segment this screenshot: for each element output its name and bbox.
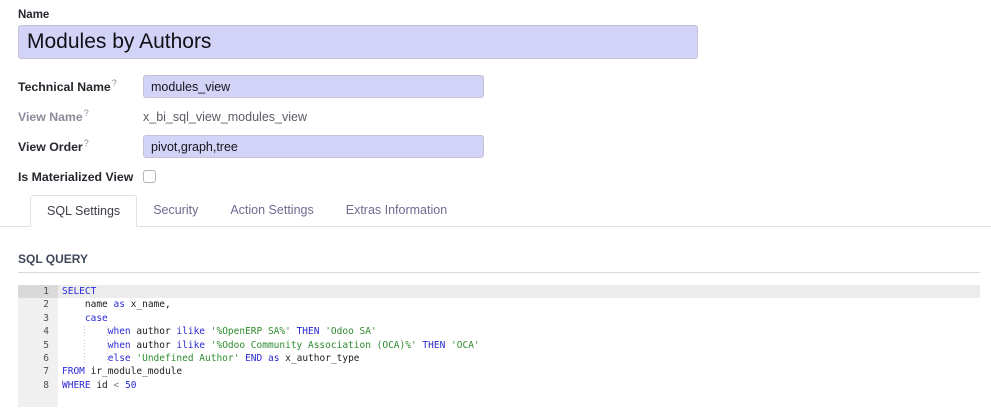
help-marker: ?	[84, 108, 89, 118]
code-line: when author ilike '%Odoo Community Assoc…	[58, 339, 980, 352]
code-line: FROM ir_module_module	[58, 365, 980, 378]
field-row-technical-name: Technical Name?	[18, 75, 991, 98]
sql-query-header: SQL QUERY	[18, 252, 980, 273]
is-materialized-label: Is Materialized View	[18, 170, 143, 184]
view-name-value: x_bi_sql_view_modules_view	[143, 110, 307, 124]
sql-query-section: SQL QUERY	[18, 252, 980, 273]
tab-sql-settings[interactable]: SQL Settings	[30, 195, 137, 227]
is-materialized-checkbox[interactable]	[143, 170, 156, 183]
line-number: 2	[18, 298, 58, 311]
line-number: 6	[18, 352, 58, 365]
code-line: name as x_name,	[58, 298, 980, 311]
tab-action-settings[interactable]: Action Settings	[214, 195, 329, 226]
help-marker: ?	[84, 138, 89, 148]
technical-name-label: Technical Name?	[18, 78, 143, 94]
code-line: WHERE id < 50	[58, 379, 980, 392]
code-line: SELECT	[58, 285, 980, 298]
tab-extras-information[interactable]: Extras Information	[330, 195, 463, 226]
technical-name-label-text: Technical Name	[18, 81, 111, 95]
view-order-label: View Order?	[18, 138, 143, 154]
line-number: 4	[18, 325, 58, 338]
line-number: 5	[18, 339, 58, 352]
line-number: 7	[18, 365, 58, 378]
view-order-input[interactable]	[143, 135, 484, 158]
line-number: 1	[18, 285, 58, 298]
technical-name-input[interactable]	[143, 75, 484, 98]
view-name-label-text: View Name	[18, 111, 83, 125]
line-number: 8	[18, 379, 58, 392]
name-input[interactable]	[18, 25, 698, 59]
line-number: 3	[18, 312, 58, 325]
field-row-view-name: View Name? x_bi_sql_view_modules_view	[18, 105, 991, 128]
code-line: when author ilike '%OpenERP SA%' THEN 'O…	[58, 325, 980, 338]
notebook-tabs: SQL Settings Security Action Settings Ex…	[0, 195, 991, 227]
code-line: else 'Undefined Author' END as x_author_…	[58, 352, 980, 365]
help-marker: ?	[112, 78, 117, 88]
bi-sql-view-form: Name Technical Name? View Name? x_bi_sql…	[0, 0, 991, 188]
view-order-label-text: View Order	[18, 141, 83, 155]
tab-security[interactable]: Security	[137, 195, 214, 226]
code-area[interactable]: SELECT name as x_name, case when author …	[58, 285, 980, 407]
name-field-label: Name	[18, 9, 991, 21]
field-row-is-materialized: Is Materialized View	[18, 165, 991, 188]
field-row-view-order: View Order?	[18, 135, 991, 158]
sql-code-editor[interactable]: 12345678 SELECT name as x_name, case whe…	[18, 285, 980, 407]
line-number-gutter: 12345678	[18, 285, 58, 407]
view-name-label: View Name?	[18, 108, 143, 124]
code-line: case	[58, 312, 980, 325]
